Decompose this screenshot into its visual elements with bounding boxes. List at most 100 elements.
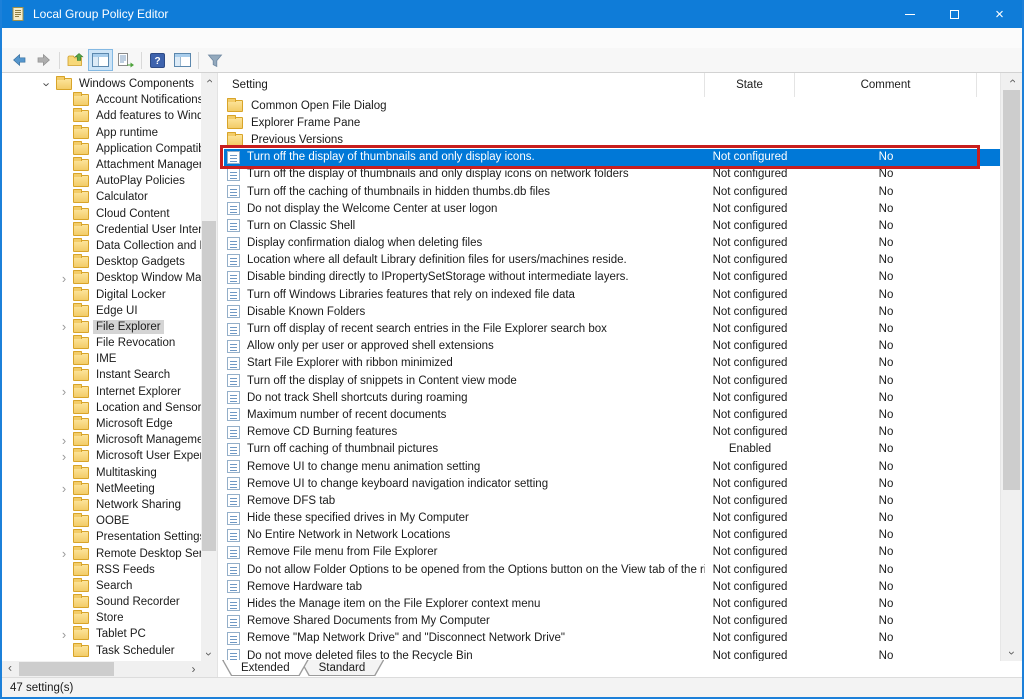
tree-item[interactable]: Desktop Gadgets — [2, 254, 201, 270]
settings-row[interactable]: Remove CD Burning features Not configure… — [224, 424, 1000, 441]
view-tab[interactable]: Extended — [222, 660, 309, 676]
tree-item[interactable]: IME — [2, 351, 201, 367]
settings-row[interactable]: Hides the Manage item on the File Explor… — [224, 595, 1000, 612]
menu-item[interactable] — [61, 36, 79, 40]
tree-item[interactable]: Cloud Content — [2, 206, 201, 222]
settings-row[interactable]: Turn off caching of thumbnail pictures E… — [224, 441, 1000, 458]
settings-row[interactable]: Turn on Classic Shell Not configured No — [224, 217, 1000, 234]
tree-hscrollbar-thumb[interactable] — [19, 662, 114, 676]
scroll-down-icon[interactable] — [1001, 645, 1022, 661]
tree-item[interactable]: Sound Recorder — [2, 594, 201, 610]
up-one-level-button[interactable] — [63, 49, 88, 71]
tree-item[interactable]: NetMeeting — [2, 481, 201, 497]
tree-item[interactable]: Instant Search — [2, 367, 201, 383]
maximize-button[interactable] — [932, 0, 977, 28]
tree-item[interactable]: Microsoft Edge — [2, 416, 201, 432]
tree-item[interactable]: Store — [2, 610, 201, 626]
tree-item[interactable]: Location and Sensors — [2, 400, 201, 416]
tree-item[interactable]: Presentation Settings — [2, 529, 201, 545]
tree-item[interactable]: Data Collection and Pr — [2, 238, 201, 254]
settings-row[interactable]: Remove File menu from File Explorer Not … — [224, 544, 1000, 561]
tree-item[interactable]: Microsoft Managemen — [2, 432, 201, 448]
settings-row[interactable]: Remove UI to change keyboard navigation … — [224, 475, 1000, 492]
scroll-right-icon[interactable] — [186, 661, 201, 677]
chevron-icon[interactable] — [57, 384, 71, 399]
tree-item[interactable]: Application Compatib — [2, 141, 201, 157]
close-button[interactable]: × — [977, 0, 1022, 28]
view-tab[interactable]: Standard — [300, 660, 385, 676]
scroll-left-icon[interactable] — [2, 661, 17, 677]
chevron-icon[interactable] — [40, 77, 54, 92]
scroll-up-icon[interactable] — [201, 73, 217, 88]
settings-row[interactable]: Remove Shared Documents from My Computer… — [224, 613, 1000, 630]
settings-row[interactable]: Previous Versions — [224, 131, 1000, 148]
menu-item[interactable] — [7, 36, 25, 40]
tree-item[interactable]: Network Sharing — [2, 497, 201, 513]
tree-item[interactable]: AutoPlay Policies — [2, 173, 201, 189]
forward-button[interactable] — [31, 49, 56, 71]
settings-row[interactable]: Turn off the display of thumbnails and o… — [224, 149, 1000, 166]
scroll-up-icon[interactable] — [1001, 73, 1022, 89]
settings-row[interactable]: Do not track Shell shortcuts during roam… — [224, 389, 1000, 406]
menu-item[interactable] — [43, 36, 61, 40]
tree-vertical-scrollbar[interactable] — [201, 73, 217, 661]
tree-item[interactable]: Search — [2, 578, 201, 594]
tree-item[interactable]: Internet Explorer — [2, 384, 201, 400]
column-header-comment[interactable]: Comment — [795, 73, 977, 97]
settings-row[interactable]: Turn off display of recent search entrie… — [224, 320, 1000, 337]
tree-item[interactable]: File Revocation — [2, 335, 201, 351]
tree-item[interactable]: Attachment Manager — [2, 157, 201, 173]
tree-scrollbar-thumb[interactable] — [202, 221, 216, 551]
settings-row[interactable]: Turn off the display of snippets in Cont… — [224, 372, 1000, 389]
back-button[interactable] — [6, 49, 31, 71]
settings-row[interactable]: Turn off the caching of thumbnails in hi… — [224, 183, 1000, 200]
settings-row[interactable]: Allow only per user or approved shell ex… — [224, 338, 1000, 355]
tree-item[interactable]: Microsoft User Experie — [2, 448, 201, 464]
export-list-button[interactable] — [113, 49, 138, 71]
settings-row[interactable]: Remove DFS tab Not configured No — [224, 492, 1000, 509]
tree-item[interactable]: Calculator — [2, 189, 201, 205]
settings-row[interactable]: Explorer Frame Pane — [224, 114, 1000, 131]
settings-row[interactable]: Remove UI to change menu animation setti… — [224, 458, 1000, 475]
filter-button[interactable] — [202, 49, 227, 71]
tree-horizontal-scrollbar[interactable] — [2, 661, 201, 677]
tree-item[interactable]: Windows Components — [2, 76, 201, 92]
chevron-icon[interactable] — [57, 481, 71, 496]
chevron-icon[interactable] — [57, 271, 71, 286]
tree-item[interactable]: Account Notifications — [2, 92, 201, 108]
settings-row[interactable]: Disable Known Folders Not configured No — [224, 303, 1000, 320]
scroll-down-icon[interactable] — [201, 646, 217, 661]
tree-item[interactable]: Edge UI — [2, 303, 201, 319]
settings-row[interactable]: Remove Hardware tab Not configured No — [224, 578, 1000, 595]
settings-row[interactable]: Hide these specified drives in My Comput… — [224, 510, 1000, 527]
settings-row[interactable]: No Entire Network in Network Locations N… — [224, 527, 1000, 544]
tree-item[interactable]: Multitasking — [2, 465, 201, 481]
help-button[interactable]: ? — [145, 49, 170, 71]
tree-item[interactable]: Add features to Windo — [2, 108, 201, 124]
settings-row[interactable]: Turn off the display of thumbnails and o… — [224, 166, 1000, 183]
chevron-icon[interactable] — [57, 319, 71, 334]
settings-row[interactable]: Disable binding directly to IPropertySet… — [224, 269, 1000, 286]
settings-row[interactable]: Turn off Windows Libraries features that… — [224, 286, 1000, 303]
settings-row[interactable]: Location where all default Library defin… — [224, 252, 1000, 269]
new-window-button[interactable] — [170, 49, 195, 71]
settings-row[interactable]: Maximum number of recent documents Not c… — [224, 406, 1000, 423]
tree-item[interactable]: Remote Desktop Servi — [2, 545, 201, 561]
settings-row[interactable]: Remove "Map Network Drive" and "Disconne… — [224, 630, 1000, 647]
column-header-setting[interactable]: Setting — [224, 73, 705, 97]
chevron-icon[interactable] — [57, 433, 71, 448]
menu-item[interactable] — [25, 36, 43, 40]
settings-row[interactable]: Display confirmation dialog when deletin… — [224, 235, 1000, 252]
settings-row[interactable]: Do not move deleted files to the Recycle… — [224, 647, 1000, 661]
tree-item[interactable]: File Explorer — [2, 319, 201, 335]
settings-row[interactable]: Do not display the Welcome Center at use… — [224, 200, 1000, 217]
tree-item[interactable]: App runtime — [2, 125, 201, 141]
column-header-state[interactable]: State — [705, 73, 795, 97]
chevron-icon[interactable] — [57, 449, 71, 464]
list-scrollbar-thumb[interactable] — [1003, 90, 1020, 490]
tree-item[interactable]: Task Scheduler — [2, 643, 201, 659]
chevron-icon[interactable] — [57, 546, 71, 561]
tree-item[interactable]: OOBE — [2, 513, 201, 529]
settings-row[interactable]: Start File Explorer with ribbon minimize… — [224, 355, 1000, 372]
show-console-tree-button[interactable] — [88, 49, 113, 71]
